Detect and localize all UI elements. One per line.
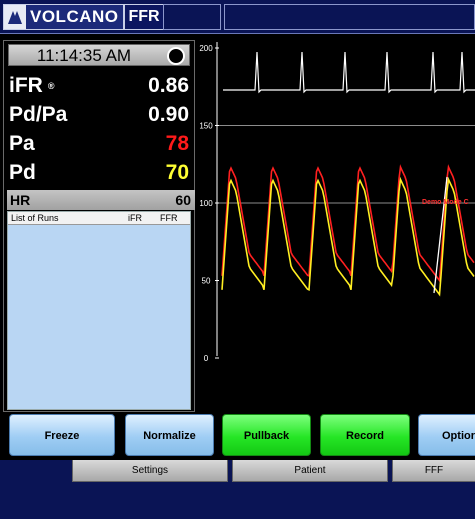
options-button[interactable]: Optior bbox=[418, 414, 475, 456]
action-button-row: Freeze Normalize Pullback Record Optior bbox=[0, 414, 475, 458]
metric-value-ifr: 0.86 bbox=[148, 74, 189, 97]
y-tick-label: 150 bbox=[199, 122, 213, 131]
pullback-button[interactable]: Pullback bbox=[222, 414, 311, 456]
metric-label-ifr: iFR bbox=[9, 74, 43, 97]
metric-value-pdpa: 0.90 bbox=[148, 103, 189, 126]
registered-mark: ® bbox=[47, 81, 55, 91]
record-indicator-icon bbox=[167, 47, 185, 65]
bottom-tab-bar: Settings Patient FFF bbox=[0, 460, 475, 519]
y-tick-label: 100 bbox=[199, 199, 213, 208]
product-name: FFR bbox=[122, 5, 164, 29]
chart-annotation: Demo Mode C bbox=[422, 199, 469, 206]
hr-label: HR bbox=[10, 192, 31, 208]
top-bar: VOLCANO FFR bbox=[0, 0, 475, 34]
measurement-panel: 11:14:35 AM iFR ® 0.86 Pd/Pa 0.90 Pa 78 P… bbox=[3, 40, 195, 412]
metric-pdpa: Pd/Pa 0.90 bbox=[7, 101, 193, 129]
normalize-button[interactable]: Normalize bbox=[125, 414, 214, 456]
metric-label-pdpa: Pd/Pa bbox=[9, 103, 68, 126]
runs-list[interactable]: List of Runs iFR FFR bbox=[7, 211, 191, 410]
clock-bar: 11:14:35 AM bbox=[8, 44, 190, 66]
metric-label-pd: Pd bbox=[9, 161, 36, 184]
freeze-button[interactable]: Freeze bbox=[9, 414, 115, 456]
tab-settings[interactable]: Settings bbox=[72, 460, 228, 482]
runs-col-title: List of Runs bbox=[11, 213, 59, 223]
pa-waveform bbox=[221, 164, 475, 283]
tab-ffr[interactable]: FFF bbox=[392, 460, 475, 482]
metric-value-pa: 78 bbox=[165, 132, 189, 155]
volcano-logo: VOLCANO FFR bbox=[3, 4, 165, 30]
volcano-mountain-icon bbox=[4, 5, 26, 29]
hr-value: 60 bbox=[175, 192, 191, 208]
tab-patient[interactable]: Patient bbox=[232, 460, 388, 482]
runs-col-ffr: FFR bbox=[160, 213, 178, 223]
pressure-waveform-chart: 200 150 100 50 0 Demo Mode C bbox=[199, 42, 475, 363]
metric-value-pd: 70 bbox=[165, 161, 189, 184]
metric-pa: Pa 78 bbox=[7, 130, 193, 158]
ecg-trace bbox=[223, 51, 475, 94]
y-tick-label: 50 bbox=[202, 277, 211, 286]
metric-pd: Pd 70 bbox=[7, 159, 193, 187]
record-button[interactable]: Record bbox=[320, 414, 410, 456]
brand-name: VOLCANO bbox=[30, 7, 119, 26]
runs-col-ifr: iFR bbox=[128, 213, 142, 223]
metric-ifr: iFR ® 0.86 bbox=[7, 72, 193, 100]
top-status-box-1 bbox=[163, 4, 221, 30]
metric-label-pa: Pa bbox=[9, 132, 35, 155]
runs-list-header: List of Runs iFR FFR bbox=[8, 212, 190, 225]
y-tick-label: 200 bbox=[199, 44, 213, 53]
heart-rate-bar: HR 60 bbox=[7, 190, 195, 210]
y-tick-label: 0 bbox=[204, 354, 209, 363]
top-status-box-2 bbox=[224, 4, 475, 30]
clock-time: 11:14:35 AM bbox=[36, 46, 132, 65]
